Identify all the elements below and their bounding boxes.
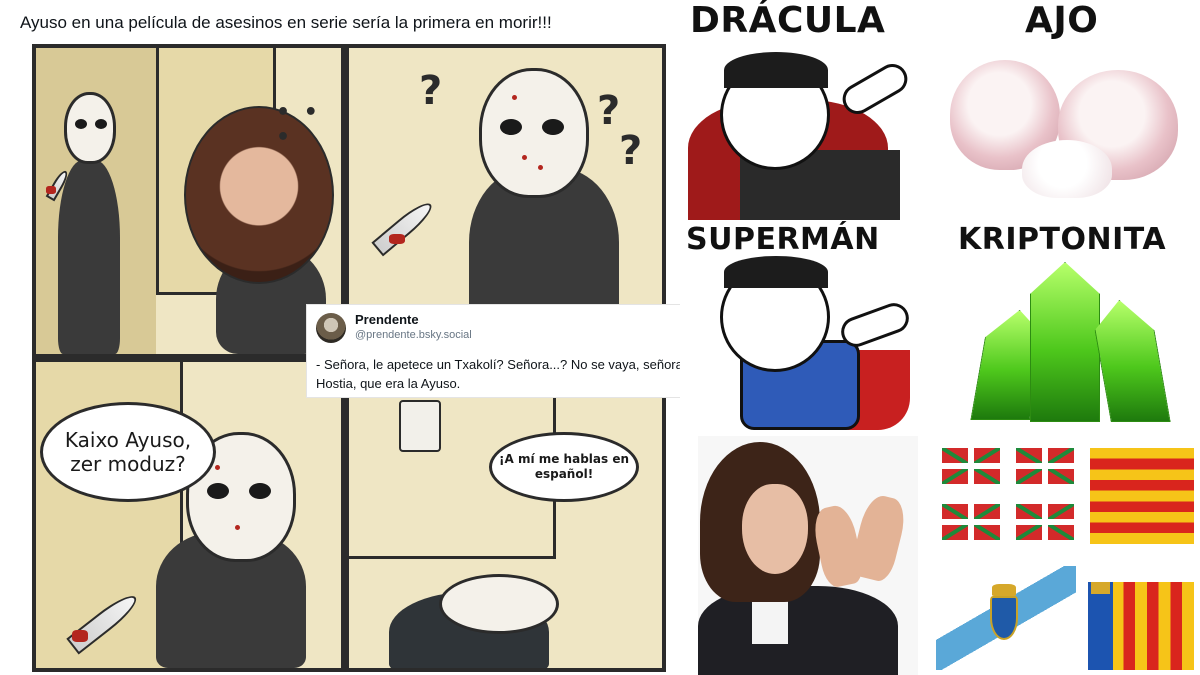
post-author-name[interactable]: Prendente	[355, 312, 419, 327]
flag-ikurrina	[1016, 504, 1074, 540]
ayuso-photo	[698, 436, 918, 675]
label-dracula: DRÁCULA	[690, 0, 886, 41]
post-author-handle[interactable]: @prendente.bsky.social	[355, 329, 472, 341]
light-switch	[399, 400, 441, 452]
speech-bubble-right: ¡A mí me hablas en español!	[489, 432, 639, 502]
comic-panel-3: Kaixo Ayuso, zer moduz?	[36, 362, 341, 668]
tweet-text: Ayuso en una película de asesinos en ser…	[20, 13, 552, 32]
question-mark: ?	[619, 128, 643, 174]
question-mark: ?	[597, 88, 621, 134]
comic-panel-4: ¡A mí me hablas en español!	[349, 362, 662, 668]
flag-senyera	[1090, 448, 1194, 544]
blood-splash	[389, 234, 405, 244]
avatar[interactable]	[316, 313, 346, 343]
killer-mask	[64, 92, 116, 164]
flag-ikurrina	[942, 448, 1000, 484]
killer-mask-fallen	[439, 574, 559, 634]
label-kriptonita: KRIPTONITA	[958, 222, 1167, 257]
meme-image[interactable]: DRÁCULA AJO SUPERMÁN KRIPTONITA	[680, 0, 1200, 675]
label-superman: SUPERMÁN	[686, 222, 880, 257]
comic-panel-1: • • •	[36, 48, 341, 354]
post-text: - Señora, le apetece un Txakolí? Señora.…	[316, 357, 687, 391]
killer-mask	[479, 68, 589, 198]
blood-splash	[46, 186, 56, 194]
dots: • • •	[276, 100, 321, 150]
flag-ikurrina	[1016, 448, 1074, 484]
blood-splash	[72, 630, 88, 642]
flag-galicia	[936, 566, 1076, 670]
flag-valencia	[1088, 582, 1194, 670]
flag-ikurrina	[942, 504, 1000, 540]
knife	[371, 197, 437, 257]
question-mark: ?	[419, 68, 443, 114]
embedded-post[interactable]: Prendente @prendente.bsky.social - Señor…	[306, 304, 718, 398]
speech-bubble-left: Kaixo Ayuso, zer moduz?	[40, 402, 216, 502]
label-ajo: AJO	[1025, 0, 1099, 41]
killer-body	[58, 160, 120, 354]
